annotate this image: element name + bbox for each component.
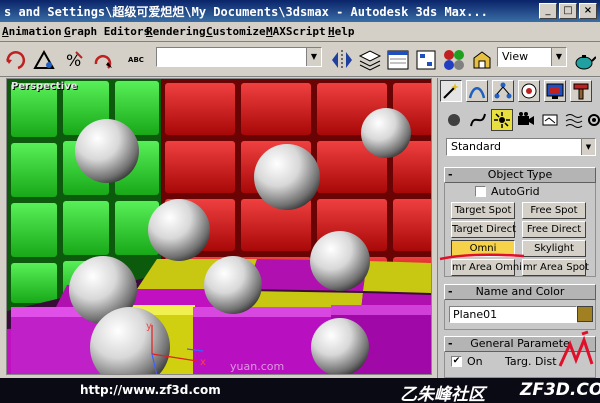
targ-dist-label: Targ. Dist — [505, 355, 557, 368]
space-warps-icon[interactable] — [564, 110, 584, 130]
curve-editor-icon[interactable] — [386, 48, 410, 72]
object-type-rollout: AutoGrid Target Spot Free Spot Target Di… — [444, 183, 596, 277]
title-bar: s and Settings\超级可爱炟炟\My Documents\3dsma… — [0, 0, 600, 22]
scale-snap-icon[interactable] — [32, 48, 56, 72]
minimize-button[interactable]: _ — [539, 3, 557, 19]
abc-edit-named-selection-icon[interactable]: ABC — [124, 48, 148, 72]
menu-help[interactable]: Help — [328, 25, 355, 38]
viewport-view-combo[interactable]: View ▼ — [497, 47, 567, 67]
annotation-scribble — [558, 330, 594, 367]
free-direct-button[interactable]: Free Direct — [522, 221, 586, 238]
light-on-label: On — [467, 355, 483, 368]
name-color-rollout: Plane01 — [444, 300, 596, 330]
create-category-icons — [438, 108, 600, 134]
material-editor-icon[interactable] — [442, 48, 466, 72]
systems-icon[interactable] — [584, 110, 600, 130]
render-setup-icon[interactable] — [470, 48, 494, 72]
display-icon — [546, 83, 564, 99]
skylight-button[interactable]: Skylight — [522, 240, 586, 257]
object-color-swatch[interactable] — [577, 306, 593, 322]
target-direct-button[interactable]: Target Direct — [451, 221, 516, 238]
light-on-checkbox[interactable]: ✔ — [451, 356, 462, 367]
autogrid-label: AutoGrid — [491, 185, 540, 198]
named-selection-combo[interactable]: ▼ — [156, 47, 322, 67]
mr-area-spot-button[interactable]: mr Area Spot — [522, 259, 589, 276]
collapse-icon: - — [448, 285, 453, 298]
command-panel: Standard ▼ - Object Type AutoGrid Target… — [437, 78, 600, 378]
site-logo-cn: 乙朱峰社区 — [400, 385, 485, 403]
spinner-snap-icon[interactable] — [92, 48, 116, 72]
hammer-icon — [573, 83, 589, 100]
mirror-icon[interactable] — [330, 48, 354, 72]
category-dropdown[interactable]: Standard ▼ — [446, 138, 596, 156]
command-panel-tabs — [438, 78, 600, 104]
helpers-icon[interactable] — [540, 110, 560, 130]
axis-x-label: x — [200, 357, 206, 368]
viewport-label[interactable]: Perspective — [11, 81, 77, 92]
menu-maxscript[interactable]: MAXScript — [266, 25, 326, 38]
site-logo-en: ZF3D.COM — [520, 380, 600, 400]
geometry-icon[interactable] — [444, 110, 464, 130]
menu-customize[interactable]: Customize — [206, 25, 266, 38]
create-wand-icon — [443, 83, 459, 99]
shapes-icon[interactable] — [468, 110, 488, 130]
annotation-underline — [439, 253, 525, 261]
schematic-view-icon[interactable] — [414, 48, 438, 72]
scene-render: y x — [7, 79, 431, 374]
object-name-field[interactable]: Plane01 — [449, 306, 577, 323]
menu-graph-editors[interactable]: Graph Editors — [64, 25, 150, 38]
chevron-down-icon[interactable]: ▼ — [306, 48, 321, 66]
display-tab[interactable] — [544, 80, 566, 102]
menu-animation[interactable]: Animation — [2, 25, 62, 38]
utilities-tab[interactable] — [570, 80, 592, 102]
axis-y-label: y — [146, 321, 152, 332]
window-title: s and Settings\超级可爱炟炟\My Documents\3dsma… — [4, 5, 488, 19]
create-tab[interactable] — [440, 80, 462, 102]
free-spot-button[interactable]: Free Spot — [522, 202, 586, 219]
teapot-render-icon[interactable] — [572, 48, 596, 72]
layer-manager-icon[interactable] — [358, 48, 382, 72]
menu-rendering[interactable]: Rendering — [146, 25, 206, 38]
center-watermark: yuan.com — [230, 360, 285, 373]
percent-snap-icon[interactable]: % — [62, 48, 86, 72]
main-toolbar: % ABC ▼ View ▼ — [0, 43, 600, 77]
collapse-icon: - — [448, 168, 453, 181]
maximize-button[interactable]: □ — [559, 3, 577, 19]
object-type-rollout-header[interactable]: - Object Type — [444, 167, 596, 183]
lights-icon[interactable] — [491, 109, 513, 131]
cameras-icon[interactable] — [516, 110, 536, 130]
target-spot-button[interactable]: Target Spot — [451, 202, 515, 219]
collapse-icon: - — [448, 337, 453, 350]
hierarchy-icon — [494, 82, 512, 99]
chevron-down-icon[interactable]: ▼ — [581, 139, 595, 155]
modify-icon — [468, 87, 486, 99]
rotate-icon[interactable] — [4, 48, 28, 72]
motion-tab[interactable] — [518, 80, 540, 102]
motion-icon — [521, 83, 537, 99]
perspective-viewport[interactable]: y x Perspective — [6, 78, 432, 375]
chevron-down-icon[interactable]: ▼ — [551, 48, 566, 66]
menu-bar: Animation Graph Editors Rendering Custom… — [0, 22, 600, 42]
modify-tab[interactable] — [466, 80, 488, 102]
branding-bar: http://www.zf3d.com 乙朱峰社区 ZF3D.COM — [0, 378, 600, 403]
close-button[interactable]: × — [579, 3, 597, 19]
autogrid-checkbox[interactable] — [475, 186, 486, 197]
site-url: http://www.zf3d.com — [80, 383, 221, 397]
hierarchy-tab[interactable] — [492, 80, 514, 102]
name-color-rollout-header[interactable]: - Name and Color — [444, 284, 596, 300]
